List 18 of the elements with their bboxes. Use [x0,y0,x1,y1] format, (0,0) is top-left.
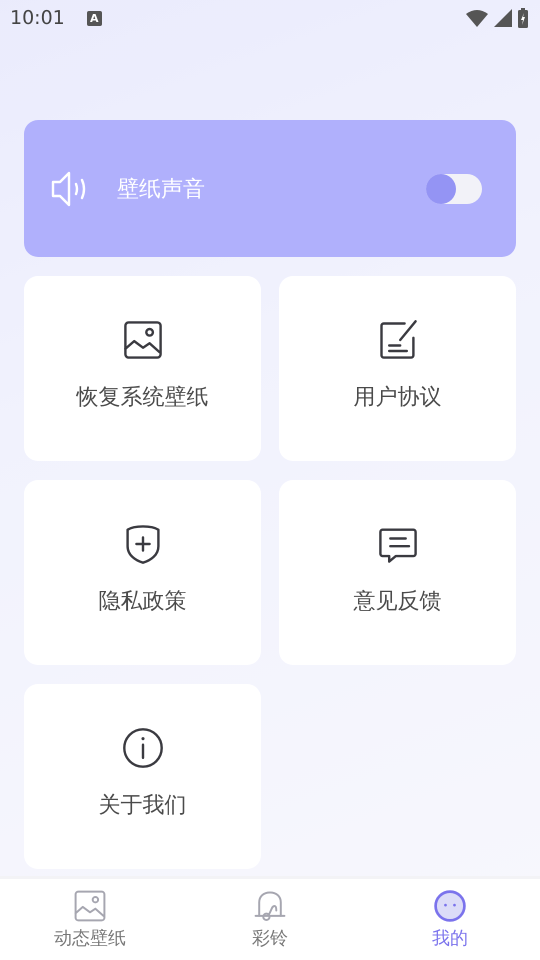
notification-icon: A [86,10,102,26]
face-icon [432,888,468,924]
toggle-switch[interactable] [426,174,482,204]
menu-card[interactable]: 关于我们 [24,684,261,869]
menu-card[interactable]: 隐私政策 [24,480,261,665]
wifi-icon [466,10,488,26]
menu-card[interactable]: 恢复系统壁纸 [24,276,261,461]
image-icon [72,888,108,924]
nav-tab[interactable]: 彩铃 [180,879,360,960]
menu-card[interactable]: 用户协议 [279,276,516,461]
sound-label: 壁纸声音 [117,176,206,204]
clock-time: 10:01 [10,7,65,29]
battery-icon [518,8,528,28]
menu-card[interactable]: 意见反馈 [279,480,516,665]
info-icon [120,726,164,770]
signal-icon [494,9,512,27]
nav-tab[interactable]: 我的 [360,879,540,960]
nav-tab[interactable]: 动态壁纸 [0,879,180,960]
